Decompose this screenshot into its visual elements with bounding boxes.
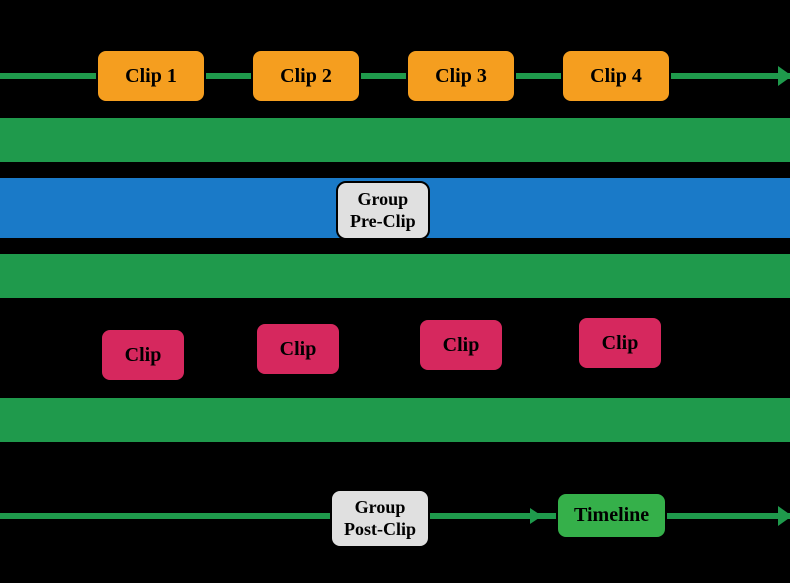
clip-box-1: Clip 1 <box>96 49 206 103</box>
clip-box-4: Clip 4 <box>561 49 671 103</box>
clip-mid-1: Clip <box>100 328 186 382</box>
clip-label: Clip <box>602 332 639 355</box>
clip-label: Clip 3 <box>435 65 487 88</box>
clip-label: Clip 4 <box>590 65 642 88</box>
clip-label: Clip <box>280 338 317 361</box>
green-band-2 <box>0 254 790 298</box>
clip-label: Clip <box>443 334 480 357</box>
timeline-label: Timeline <box>574 504 649 527</box>
clip-mid-2: Clip <box>255 322 341 376</box>
green-band-1 <box>0 118 790 162</box>
group-pre-clip-label: Group Pre-Clip <box>350 189 416 232</box>
timeline-box: Timeline <box>556 492 667 539</box>
group-post-clip-label: Group Post-Clip <box>344 497 416 540</box>
clip-box-2: Clip 2 <box>251 49 361 103</box>
clip-label: Clip 2 <box>280 65 332 88</box>
clip-label: Clip <box>125 344 162 367</box>
clip-box-3: Clip 3 <box>406 49 516 103</box>
green-band-3 <box>0 398 790 442</box>
arrow-to-timeline-icon <box>530 508 542 524</box>
clip-mid-3: Clip <box>418 318 504 372</box>
clip-mid-4: Clip <box>577 316 663 370</box>
group-post-clip-box: Group Post-Clip <box>330 489 430 548</box>
group-pre-clip-box: Group Pre-Clip <box>336 181 430 240</box>
clip-label: Clip 1 <box>125 65 177 88</box>
